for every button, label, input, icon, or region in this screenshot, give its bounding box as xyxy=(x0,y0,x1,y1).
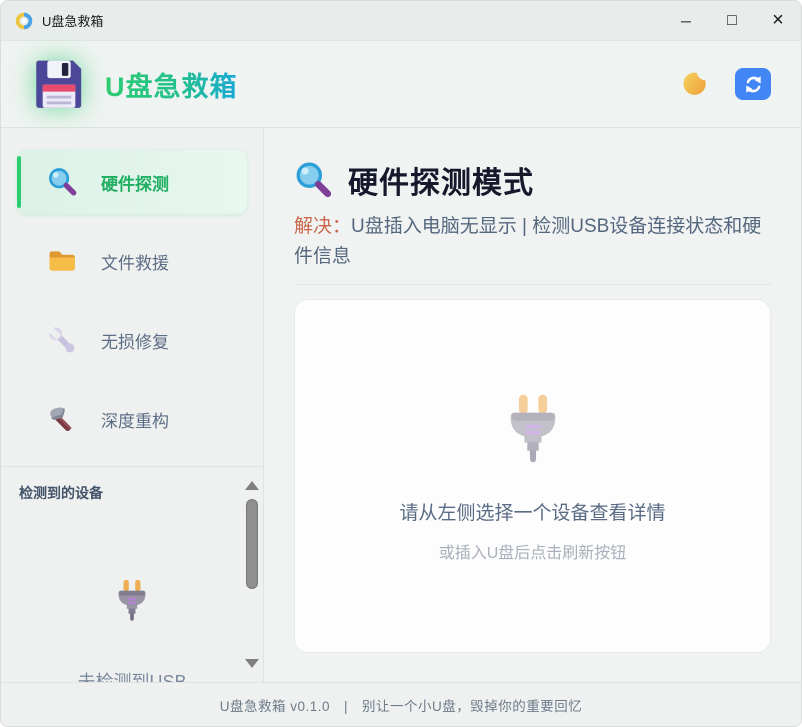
window-controls: ─ □ × xyxy=(663,1,801,40)
scrollbar-thumb[interactable] xyxy=(246,499,258,589)
sidebar-scrollbar xyxy=(245,475,260,674)
minimize-button[interactable]: ─ xyxy=(663,1,709,40)
floppy-disk-icon xyxy=(31,56,87,112)
sidebar-item-deep-rebuild[interactable]: 深度重构 xyxy=(17,387,247,451)
footer: U盘急救箱 v0.1.0 | 别让一个小U盘，毁掉你的重要回忆 xyxy=(1,682,801,726)
device-list-empty-text: 未检测到USB xyxy=(1,668,263,682)
empty-state-line1: 请从左侧选择一个设备查看详情 xyxy=(399,498,665,525)
sidebar-item-hardware-detect[interactable]: 硬件探测 xyxy=(17,150,247,214)
plug-icon xyxy=(109,577,155,623)
hammer-icon xyxy=(47,404,77,434)
magnifier-icon xyxy=(47,167,77,197)
app-header: U盘急救箱 xyxy=(1,41,801,128)
app-window: U盘急救箱 ─ □ × U盘急救箱 硬件探测 xyxy=(0,0,802,727)
scroll-down-button[interactable] xyxy=(245,659,259,668)
device-detail-empty-card: 请从左侧选择一个设备查看详情 或插入U盘后点击刷新按钮 xyxy=(294,299,771,653)
subtitle-prefix: 解决： xyxy=(294,216,351,237)
refresh-button[interactable] xyxy=(735,68,771,100)
footer-text: U盘急救箱 v0.1.0 | 别让一个小U盘，毁掉你的重要回忆 xyxy=(220,695,583,715)
refresh-icon xyxy=(742,73,765,96)
theme-toggle-button[interactable] xyxy=(679,69,709,99)
header-actions xyxy=(679,68,771,100)
app-logo-icon xyxy=(15,12,33,30)
maximize-icon: □ xyxy=(727,12,737,30)
sidebar: 硬件探测 文件救援 无损修复 深度重构 检测到的设备 xyxy=(1,128,264,682)
page-title: 硬件探测模式 xyxy=(348,158,534,202)
device-list-heading: 检测到的设备 xyxy=(19,483,245,503)
close-icon: × xyxy=(772,9,784,32)
titlebar: U盘急救箱 ─ □ × xyxy=(1,1,801,41)
wrench-icon xyxy=(47,325,77,355)
plug-icon xyxy=(495,390,571,466)
sidebar-item-label: 硬件探测 xyxy=(101,170,169,195)
sidebar-item-lossless-repair[interactable]: 无损修复 xyxy=(17,308,247,372)
sidebar-item-label: 无损修复 xyxy=(101,328,169,353)
device-list-panel: 检测到的设备 未检测到USB xyxy=(1,467,263,682)
moon-icon xyxy=(678,68,710,100)
close-button[interactable]: × xyxy=(755,1,801,40)
scroll-up-button[interactable] xyxy=(245,481,259,490)
subtitle-text: U盘插入电脑无显示 | 检测USB设备连接状态和硬件信息 xyxy=(294,216,761,267)
titlebar-title: U盘急救箱 xyxy=(42,11,103,30)
maximize-button[interactable]: □ xyxy=(709,1,755,40)
device-list-empty-state: 未检测到USB xyxy=(1,577,263,682)
sidebar-item-label: 文件救援 xyxy=(101,249,169,274)
sidebar-nav: 硬件探测 文件救援 无损修复 深度重构 xyxy=(1,128,263,466)
sidebar-item-label: 深度重构 xyxy=(101,407,169,432)
folder-icon xyxy=(47,246,77,276)
main-panel: 硬件探测模式 解决：U盘插入电脑无显示 | 检测USB设备连接状态和硬件信息 请… xyxy=(264,128,801,682)
empty-state-line2: 或插入U盘后点击刷新按钮 xyxy=(439,539,627,563)
app-title: U盘急救箱 xyxy=(105,65,238,104)
minimize-icon: ─ xyxy=(681,13,691,29)
main-heading: 硬件探测模式 xyxy=(294,158,771,202)
magnifier-icon xyxy=(294,161,332,199)
sidebar-item-file-rescue[interactable]: 文件救援 xyxy=(17,229,247,293)
page-subtitle: 解决：U盘插入电脑无显示 | 检测USB设备连接状态和硬件信息 xyxy=(294,212,771,285)
